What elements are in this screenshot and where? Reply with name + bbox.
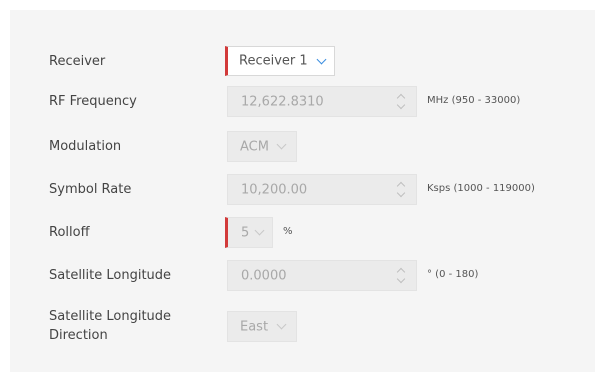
- satellite-longitude-spinner[interactable]: [394, 265, 408, 287]
- receiver-value: Receiver 1: [239, 53, 308, 69]
- satellite-longitude-direction-label-line2: Direction: [49, 328, 108, 343]
- rf-frequency-unit: MHz (950 - 33000): [427, 95, 521, 106]
- symbol-rate-unit: Ksps (1000 - 119000): [427, 183, 535, 194]
- symbol-rate-spinner[interactable]: [394, 179, 408, 201]
- satellite-longitude-input[interactable]: 0.0000: [227, 260, 417, 291]
- chevron-down-icon: [276, 319, 287, 330]
- receiver-select[interactable]: Receiver 1: [225, 46, 335, 76]
- rolloff-select[interactable]: 5: [225, 217, 273, 248]
- rf-frequency-value: 12,622.8310: [241, 94, 324, 109]
- rf-frequency-spinner[interactable]: [394, 91, 408, 113]
- satellite-longitude-row: Satellite Longitude 0.0000 ° (0 - 180): [10, 260, 595, 291]
- rolloff-row: Rolloff 5 %: [10, 217, 595, 248]
- modulation-select[interactable]: ACM: [227, 131, 297, 162]
- rolloff-value: 5: [241, 225, 250, 240]
- satellite-longitude-direction-label: Satellite Longitude Direction: [49, 307, 171, 345]
- satellite-longitude-label: Satellite Longitude: [49, 268, 172, 283]
- symbol-rate-row: Symbol Rate 10,200.00 Ksps (1000 - 11900…: [10, 174, 595, 205]
- chevron-down-icon[interactable]: [396, 100, 406, 110]
- receiver-row: Receiver Receiver 1: [10, 46, 595, 76]
- satellite-longitude-direction-value: East: [240, 319, 269, 334]
- settings-panel: Receiver Receiver 1 RF Frequency 12,622.…: [10, 10, 595, 372]
- chevron-down-icon: [276, 139, 287, 150]
- rf-frequency-input[interactable]: 12,622.8310: [227, 86, 417, 117]
- chevron-down-icon[interactable]: [396, 274, 406, 284]
- symbol-rate-input[interactable]: 10,200.00: [227, 174, 417, 205]
- satellite-longitude-direction-row: Satellite Longitude Direction East: [10, 307, 595, 345]
- satellite-longitude-direction-label-line1: Satellite Longitude: [49, 309, 172, 324]
- satellite-longitude-value: 0.0000: [241, 268, 287, 283]
- rf-frequency-label: RF Frequency: [49, 94, 137, 109]
- modulation-value: ACM: [240, 139, 269, 154]
- chevron-down-icon[interactable]: [396, 188, 406, 198]
- chevron-down-icon: [254, 225, 265, 236]
- satellite-longitude-direction-select[interactable]: East: [227, 311, 297, 342]
- satellite-longitude-unit: ° (0 - 180): [427, 269, 479, 280]
- symbol-rate-label: Symbol Rate: [49, 182, 132, 197]
- chevron-down-icon: [316, 54, 327, 65]
- modulation-row: Modulation ACM: [10, 131, 595, 162]
- receiver-label: Receiver: [49, 54, 106, 69]
- rolloff-unit: %: [283, 226, 293, 237]
- symbol-rate-value: 10,200.00: [241, 182, 308, 197]
- rolloff-label: Rolloff: [49, 225, 90, 240]
- rf-frequency-row: RF Frequency 12,622.8310 MHz (950 - 3300…: [10, 86, 595, 117]
- modulation-label: Modulation: [49, 139, 122, 154]
